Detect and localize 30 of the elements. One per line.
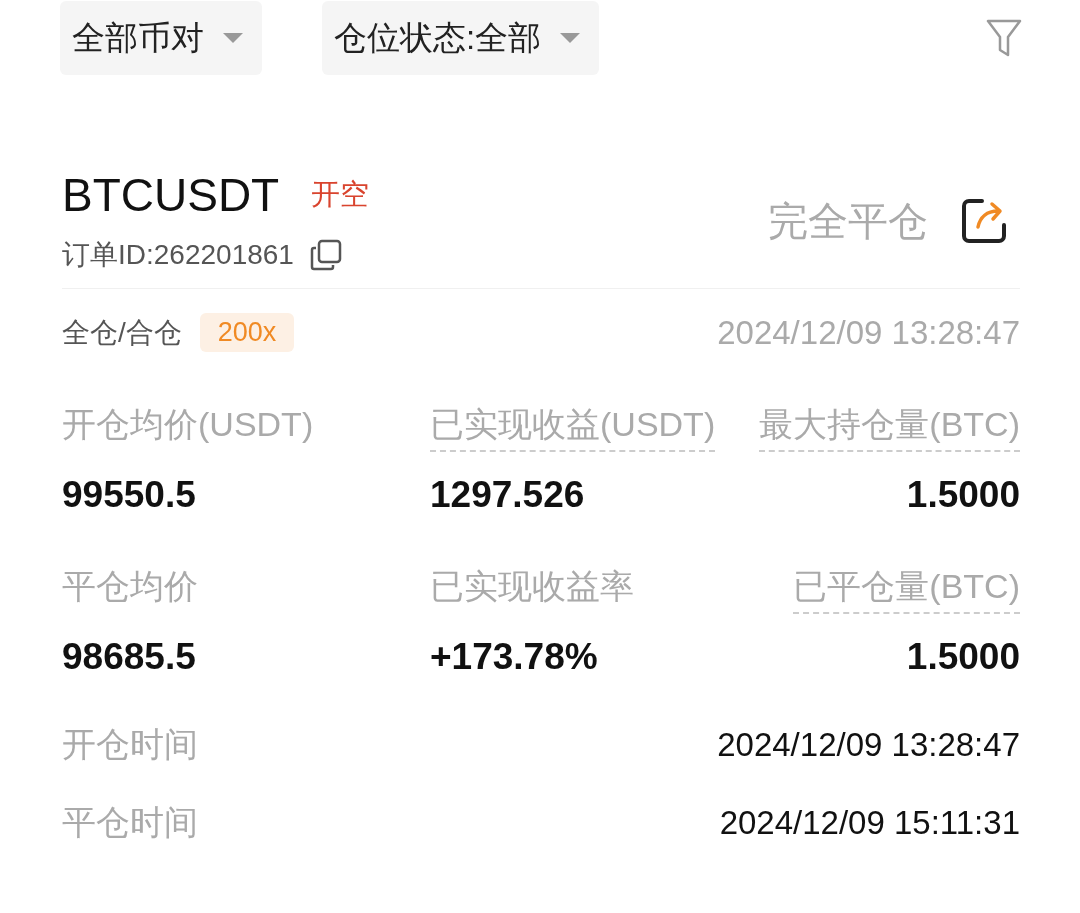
stat-value: 1297.526	[430, 474, 585, 516]
stat-value: 1.5000	[906, 636, 1020, 678]
share-icon[interactable]	[960, 197, 1008, 245]
leverage-badge: 200x	[199, 313, 295, 352]
time-label: 开仓时间	[62, 724, 198, 765]
caret-icon	[222, 32, 244, 44]
stat-value: 98685.5	[62, 636, 196, 678]
stat-label: 最大持仓量(BTC)	[759, 402, 1020, 452]
stat-label: 开仓均价(USDT)	[62, 404, 314, 445]
copy-icon[interactable]	[309, 239, 342, 271]
stat-label: 已实现收益率	[430, 566, 634, 607]
stat-value: +173.78%	[430, 636, 598, 678]
filter-icon[interactable]	[986, 18, 1022, 58]
stat-label: 平仓均价	[62, 566, 198, 607]
stat-value: 1.5000	[906, 474, 1020, 516]
side-tag: 开空	[311, 175, 370, 215]
stat-value: 99550.5	[62, 474, 196, 516]
caret-icon	[559, 32, 582, 44]
symbol: BTCUSDT	[62, 168, 280, 222]
time-value: 2024/12/09 13:28:47	[717, 726, 1020, 764]
stat-label: 已平仓量(BTC)	[793, 564, 1020, 614]
status-label: 完全平仓	[768, 197, 928, 245]
time-label: 平仓时间	[62, 802, 198, 843]
stat-label: 已实现收益(USDT)	[430, 402, 716, 452]
time-value: 2024/12/09 15:11:31	[719, 804, 1020, 842]
order-id: 订单ID:262201861	[62, 238, 294, 272]
dropdown[interactable]: 仓位状态:全部	[322, 1, 600, 75]
order-time: 2024/12/09 13:28:47	[717, 313, 1020, 352]
margin-mode: 全仓/合仓	[62, 315, 182, 350]
dropdown[interactable]: 全部币对	[60, 1, 262, 75]
